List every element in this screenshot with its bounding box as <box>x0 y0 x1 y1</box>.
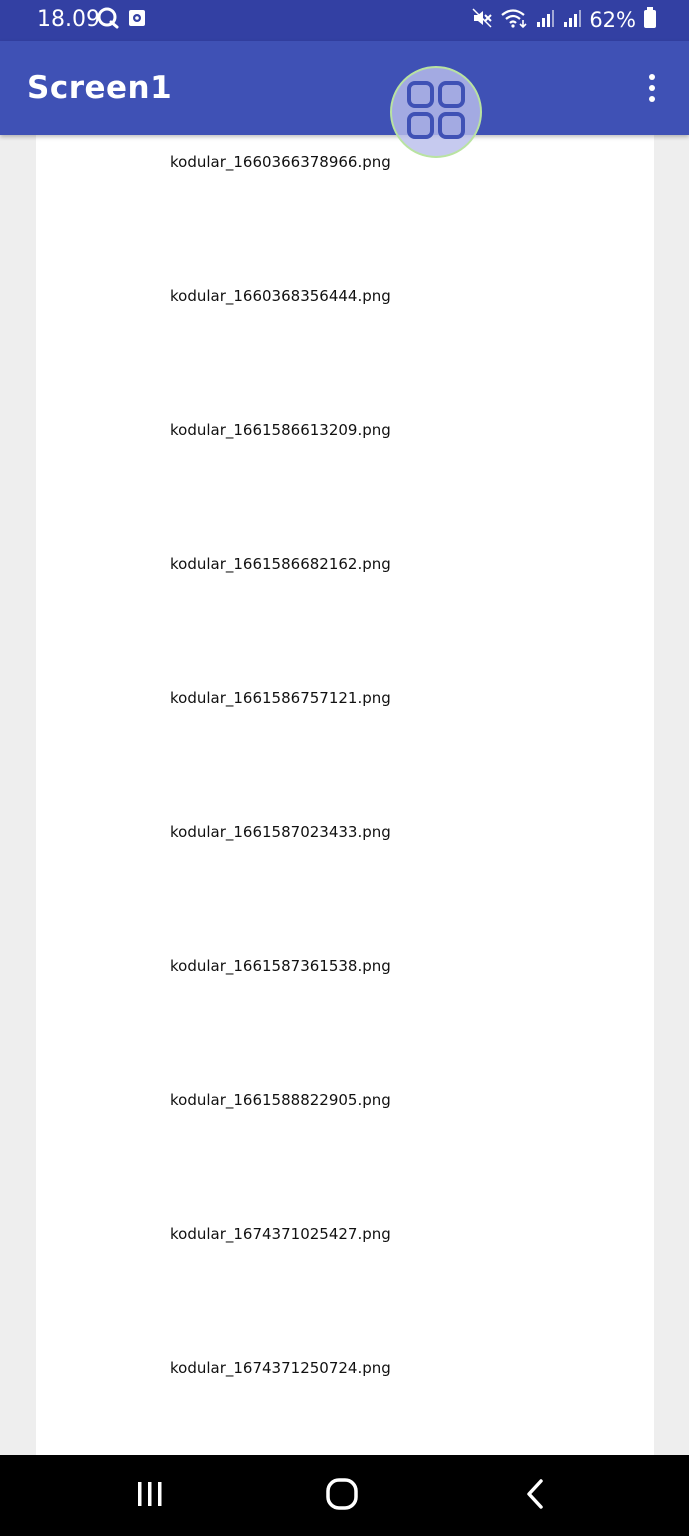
back-button[interactable] <box>510 1473 560 1519</box>
status-notification-icons <box>96 7 146 33</box>
file-list[interactable]: kodular_1660366378966.png kodular_166036… <box>36 135 654 1455</box>
signal-icon <box>562 8 582 32</box>
list-item[interactable]: kodular_1661586682162.png <box>170 549 610 579</box>
status-system-icons: 62% <box>471 7 657 33</box>
status-bar: 18.09 62% <box>0 0 689 41</box>
navigation-bar <box>0 1455 689 1536</box>
menu-dot <box>649 74 655 80</box>
more-vert-icon[interactable] <box>639 71 665 105</box>
grid-apps-icon <box>405 79 467 145</box>
status-time: 18.09 <box>37 7 100 32</box>
home-icon <box>325 1477 359 1515</box>
list-item[interactable]: kodular_1661588822905.png <box>170 1085 610 1115</box>
list-item[interactable]: kodular_1661587361538.png <box>170 951 610 981</box>
app-bar: Screen1 <box>0 41 689 135</box>
chat-bubble-icon <box>96 7 120 33</box>
menu-dot <box>649 85 655 91</box>
recent-apps-button[interactable] <box>125 1473 175 1519</box>
list-item[interactable]: kodular_1674371025427.png <box>170 1219 610 1249</box>
page-title: Screen1 <box>27 70 173 106</box>
back-icon <box>523 1478 547 1514</box>
signal-icon <box>535 8 555 32</box>
list-item[interactable]: kodular_1661586757121.png <box>170 683 610 713</box>
battery-icon <box>643 7 657 33</box>
recent-apps-icon <box>135 1480 165 1512</box>
list-item[interactable]: kodular_1661587023433.png <box>170 817 610 847</box>
mute-icon <box>471 7 493 33</box>
list-item[interactable]: kodular_1660368356444.png <box>170 281 610 311</box>
wifi-icon <box>500 7 528 33</box>
list-item[interactable]: kodular_1661586613209.png <box>170 415 610 445</box>
battery-percent: 62% <box>589 8 636 32</box>
home-button[interactable] <box>317 1473 367 1519</box>
camera-notification-icon <box>128 8 146 32</box>
menu-dot <box>649 96 655 102</box>
list-item[interactable]: kodular_1674371250724.png <box>170 1353 610 1383</box>
floating-apps-button[interactable] <box>390 66 482 158</box>
list-item[interactable]: kodular_1660366378966.png <box>170 147 610 177</box>
